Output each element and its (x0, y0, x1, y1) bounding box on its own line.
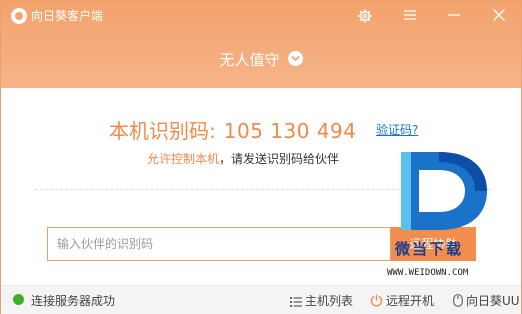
mouse-icon (453, 294, 463, 307)
connection-status: 连接服务器成功 (31, 294, 116, 308)
identity-code: 105 130 494 (223, 119, 357, 143)
menu-icon (404, 10, 416, 20)
weidown-logo-icon (401, 152, 487, 230)
title-bar: 向日葵客户端 (1, 1, 521, 31)
watermark-title: 微当下载 (395, 240, 464, 258)
settings-button[interactable] (355, 6, 375, 26)
gear-icon (358, 9, 372, 23)
mode-label: 无人值守 (219, 51, 280, 69)
header: 向日葵客户端 无人值守 (1, 1, 521, 88)
status-ok-icon (13, 294, 24, 305)
app-title: 向日葵客户端 (31, 9, 104, 23)
uu-label: 向日葵UU (466, 294, 520, 308)
mode-selector[interactable]: 无人值守 (1, 49, 521, 73)
close-button[interactable] (489, 6, 509, 26)
remote-wake-label: 远程开机 (386, 294, 435, 308)
host-list-label: 主机列表 (305, 294, 354, 308)
watermark-url: WWW.WEIDOWN.COM (387, 268, 469, 278)
minimize-button[interactable] (444, 6, 464, 26)
list-icon (290, 297, 302, 307)
identity-label: 本机识别码: (109, 119, 216, 143)
minimize-icon (448, 14, 460, 16)
close-icon (493, 9, 505, 21)
sunflower-logo-icon (11, 8, 27, 24)
description-text: 允许控制本机，请发送识别码给伙伴 (147, 150, 339, 167)
description-rest: ，请发送识别码给伙伴 (219, 152, 340, 166)
power-icon (370, 294, 383, 307)
partner-id-input[interactable] (47, 227, 391, 261)
uu-button[interactable]: 向日葵UU (453, 292, 520, 309)
status-bar: 连接服务器成功 主机列表 远程开机 向日葵UU (1, 285, 521, 314)
menu-button[interactable] (400, 6, 420, 26)
allow-control-link[interactable]: 允许控制本机 (147, 152, 219, 166)
chevron-down-icon[interactable] (287, 51, 303, 66)
host-list-button[interactable]: 主机列表 (290, 292, 353, 309)
app-window: 向日葵客户端 无人值守 本机识别码: 105 130 494 验证码? 允许控制… (0, 0, 522, 314)
remote-wake-button[interactable]: 远程开机 (370, 292, 434, 309)
verification-code-link[interactable]: 验证码? (376, 121, 418, 138)
identity-row: 本机识别码: 105 130 494 (109, 115, 357, 143)
watermark: 微当下载 WWW.WEIDOWN.COM (387, 148, 497, 284)
